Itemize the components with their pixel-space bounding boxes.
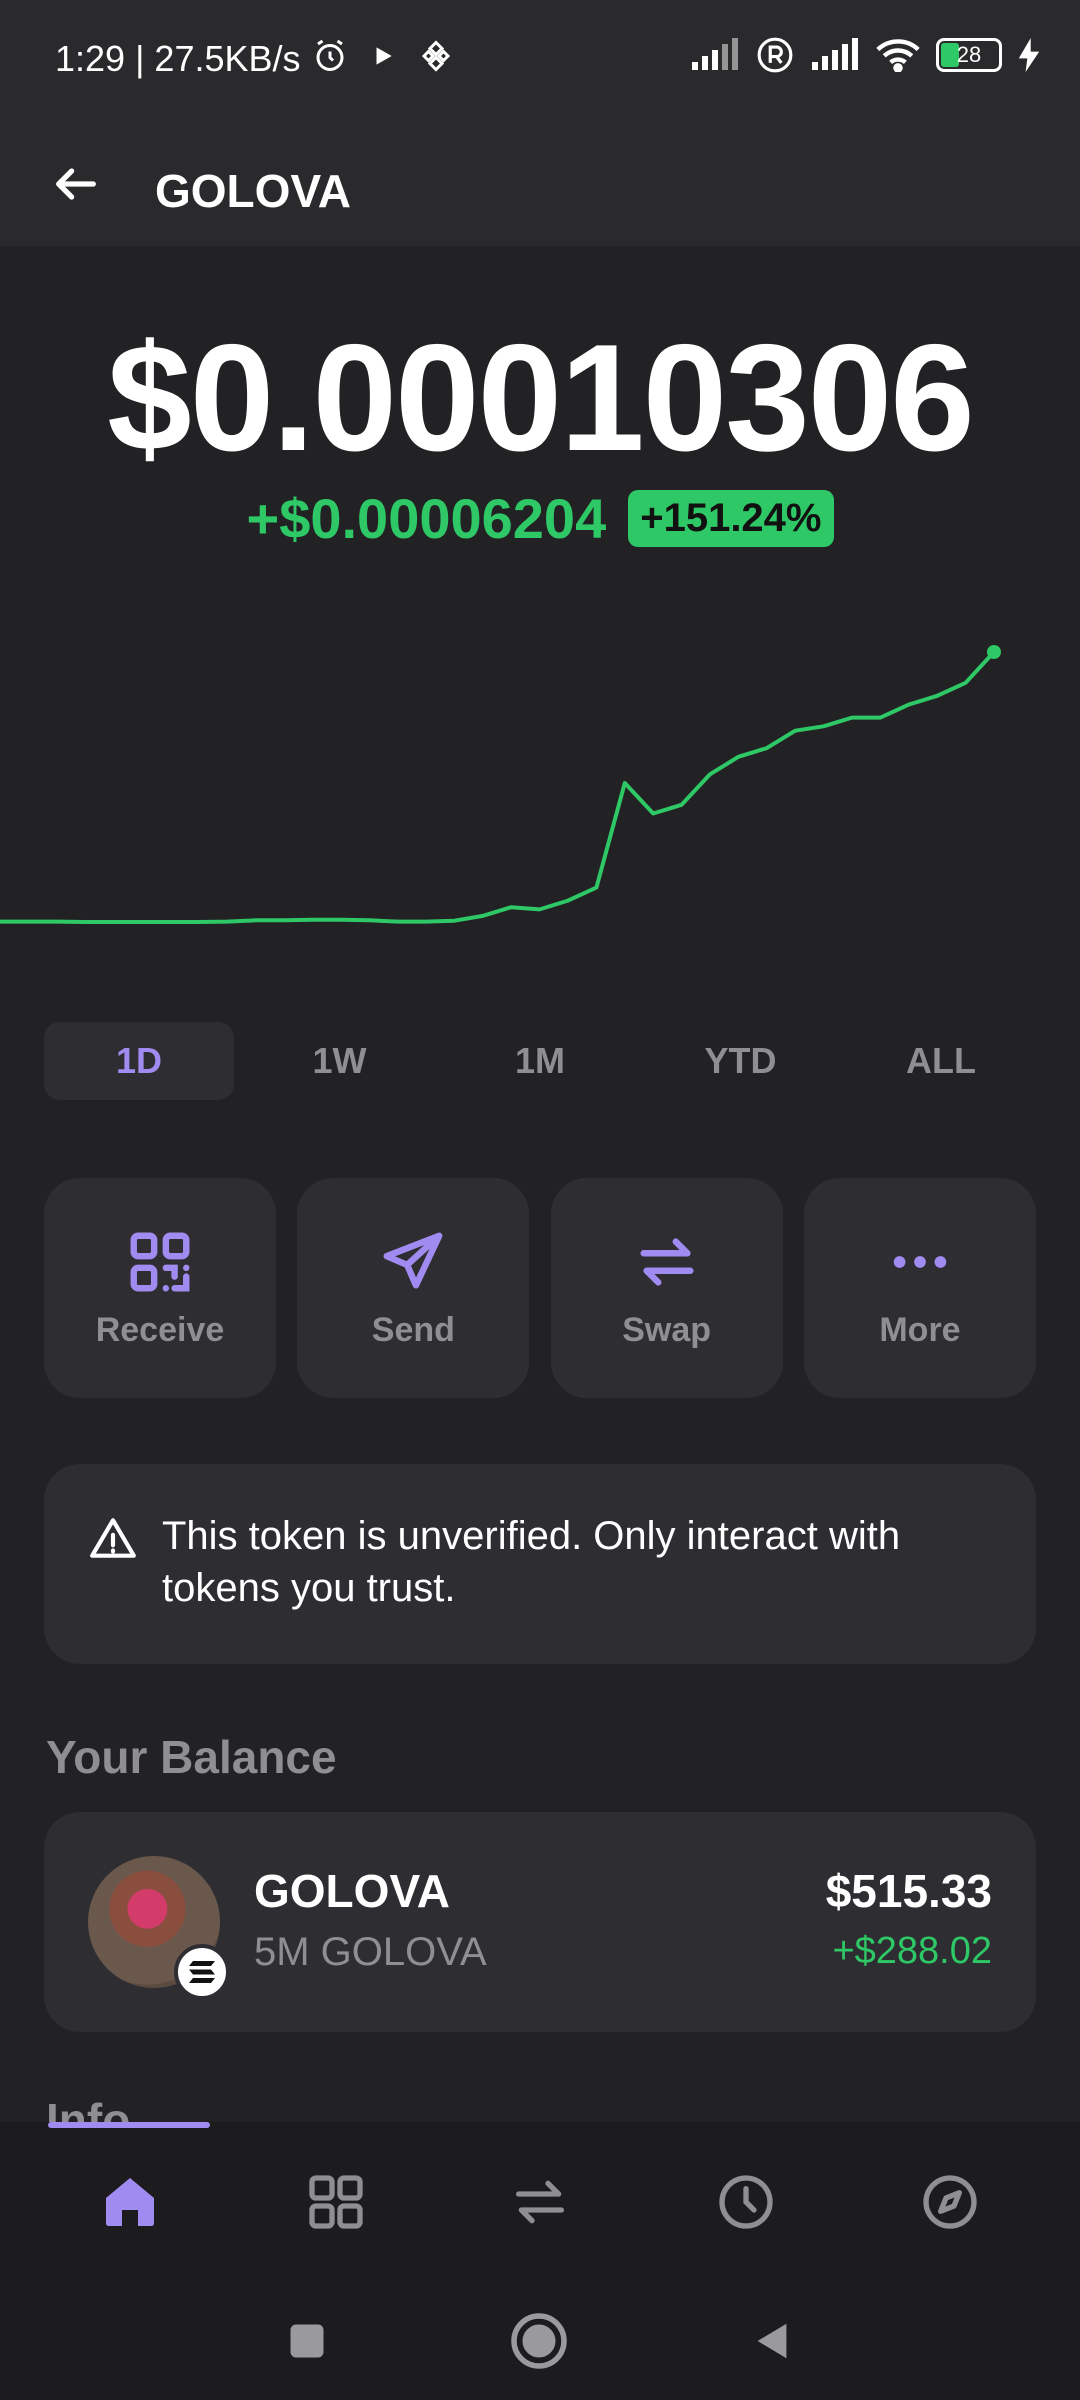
price-change-absolute: +$0.00006204 xyxy=(246,487,607,550)
send-label: Send xyxy=(371,1310,455,1349)
range-tab-1w[interactable]: 1W xyxy=(245,1022,435,1100)
home-icon xyxy=(106,2178,154,2226)
arrow-left-icon xyxy=(56,168,96,200)
registered-icon xyxy=(757,37,793,73)
nav-explore[interactable] xyxy=(914,2166,986,2238)
status-icons-right: 28 xyxy=(690,36,1040,74)
square-icon xyxy=(290,2324,324,2358)
receive-label: Receive xyxy=(95,1310,225,1349)
circle-icon xyxy=(511,2313,567,2369)
price-line xyxy=(0,650,996,924)
token-amount: 5M GOLOVA xyxy=(254,1930,487,1974)
binance-icon xyxy=(421,40,451,72)
home-system-button[interactable] xyxy=(504,2306,574,2376)
range-tab-1d[interactable]: 1D xyxy=(44,1022,234,1100)
range-tab-all[interactable]: ALL xyxy=(846,1022,1036,1100)
send-icon xyxy=(383,1232,443,1289)
nav-swap[interactable] xyxy=(504,2166,576,2238)
action-buttons: Receive Send Swap More xyxy=(44,1178,1036,1398)
system-nav-bar xyxy=(0,2282,1080,2400)
more-dots-icon xyxy=(893,1255,947,1268)
warning-triangle-icon xyxy=(90,1518,136,1558)
price-change-percent-badge: +151.24% xyxy=(628,490,834,547)
receive-button[interactable]: Receive xyxy=(44,1178,276,1398)
recent-apps-button[interactable] xyxy=(272,2306,342,2376)
nav-active-indicator xyxy=(48,2122,210,2128)
balance-card[interactable]: GOLOVA 5M GOLOVA $515.33 +$288.02 xyxy=(44,1812,1036,2032)
battery-level: 28 xyxy=(956,42,982,67)
triangle-back-icon xyxy=(757,2323,787,2359)
token-value: $515.33 xyxy=(825,1865,992,1917)
wifi-icon xyxy=(876,39,920,72)
status-icons-left xyxy=(312,38,454,74)
solana-chain-icon xyxy=(174,1944,230,2000)
swap-button[interactable]: Swap xyxy=(550,1178,783,1398)
swap-label: Swap xyxy=(622,1310,712,1349)
token-name: GOLOVA xyxy=(254,1865,450,1917)
nav-collectibles[interactable] xyxy=(300,2166,372,2238)
nav-home[interactable] xyxy=(94,2166,166,2238)
header: GOLOVA xyxy=(0,122,1080,246)
price-change-row: +$0.00006204 +151.24% xyxy=(0,486,1080,551)
token-value-change: +$288.02 xyxy=(832,1930,992,1972)
alarm-icon xyxy=(316,39,344,71)
more-label: More xyxy=(879,1310,961,1349)
clock-icon xyxy=(719,2175,773,2229)
range-tabs: 1D 1W 1M YTD ALL xyxy=(44,1022,1036,1100)
compass-icon xyxy=(923,2175,977,2229)
qr-code-icon xyxy=(130,1232,190,1291)
grid-icon xyxy=(309,2175,363,2229)
bottom-nav xyxy=(0,2122,1080,2282)
swap-icon xyxy=(640,1237,694,1286)
more-button[interactable]: More xyxy=(803,1178,1036,1398)
unverified-warning: This token is unverified. Only interact … xyxy=(44,1464,1036,1664)
signal-icon-2 xyxy=(812,38,858,70)
signal-icon xyxy=(692,38,738,70)
swap-nav-icon xyxy=(516,2180,564,2224)
range-tab-1m[interactable]: 1M xyxy=(445,1022,635,1100)
back-button[interactable] xyxy=(40,148,112,220)
play-icon xyxy=(376,47,392,65)
status-time: 1:29 | 27.5KB/s xyxy=(55,38,301,79)
back-system-button[interactable] xyxy=(738,2306,808,2376)
send-button[interactable]: Send xyxy=(297,1178,530,1398)
battery-icon: 28 xyxy=(936,38,1002,72)
balance-heading: Your Balance xyxy=(46,1731,337,1783)
price-chart[interactable] xyxy=(0,620,1080,960)
range-tab-ytd[interactable]: YTD xyxy=(646,1022,836,1100)
price-line-endpoint xyxy=(987,645,1001,659)
page-title: GOLOVA xyxy=(155,165,351,217)
nav-activity[interactable] xyxy=(710,2166,782,2238)
status-bar: 1:29 | 27.5KB/s 28 xyxy=(0,0,1080,122)
warning-text: This token is unverified. Only interact … xyxy=(162,1514,901,1610)
current-price: $0.00010306 xyxy=(107,313,975,483)
charging-icon xyxy=(1018,38,1040,72)
info-heading: Info xyxy=(46,2094,131,2122)
